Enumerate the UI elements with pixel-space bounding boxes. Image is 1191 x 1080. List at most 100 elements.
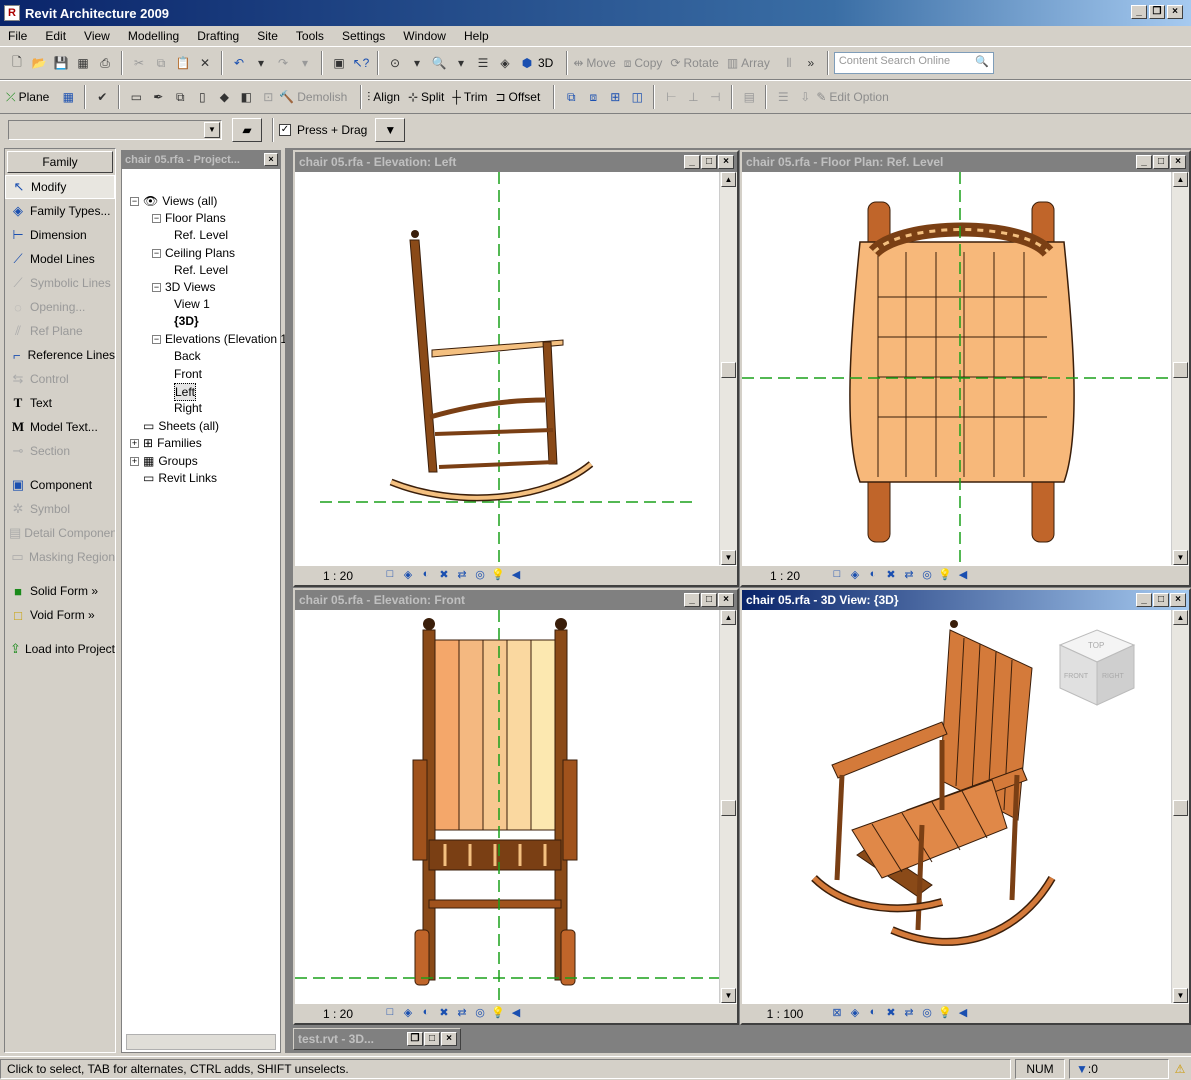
menu-help[interactable]: Help	[462, 29, 491, 43]
close-icon[interactable]: ×	[264, 153, 278, 166]
move-button[interactable]: ⇹ Move	[573, 56, 615, 70]
align-button[interactable]: ⫶ Align	[367, 90, 400, 105]
vertical-scrollbar[interactable]: ▲ ▼	[719, 610, 737, 1003]
family-item-symbolic-lines[interactable]: ⟋ Symbolic Lines	[5, 271, 115, 295]
delete-icon[interactable]: ✕	[195, 53, 215, 73]
family-item-component[interactable]: ▣ Component	[5, 473, 115, 497]
model-graphics-icon[interactable]: ◈	[846, 1006, 864, 1022]
tree-node[interactable]: Ref. Level	[174, 262, 228, 278]
view-scale[interactable]: 1 : 20	[295, 569, 381, 583]
open-icon[interactable]: 📂	[29, 53, 49, 73]
tree-node[interactable]: − Elevations (Elevation 1)	[152, 331, 291, 347]
family-item-void-form[interactable]: □ Void Form »	[5, 603, 115, 627]
tree-node[interactable]: ▭ Revit Links	[130, 470, 217, 486]
warning-icon[interactable]: ⚠	[1170, 1059, 1190, 1079]
eyedropper-icon[interactable]: ✒	[148, 87, 168, 107]
menu-site[interactable]: Site	[255, 29, 280, 43]
save-all-icon[interactable]: ▦	[73, 53, 93, 73]
restore-button[interactable]: ❐	[1149, 5, 1165, 19]
tree-node[interactable]: − Floor Plans	[152, 210, 226, 226]
search-icon[interactable]: 🔍	[975, 55, 989, 68]
drawing-canvas[interactable]	[295, 172, 719, 569]
view-scale[interactable]: 1 : 20	[742, 569, 828, 583]
maximize-icon[interactable]: □	[1153, 155, 1169, 169]
redo-dropdown-icon[interactable]: ▾	[295, 53, 315, 73]
zoom-options-icon[interactable]: ▾	[451, 53, 471, 73]
hide-isolate-icon[interactable]: ◎	[918, 1006, 936, 1022]
vertical-scrollbar[interactable]: ▲ ▼	[719, 172, 737, 565]
maximize-icon[interactable]: □	[701, 593, 717, 607]
view-scale[interactable]: 1 : 20	[295, 1007, 381, 1021]
tree-node[interactable]: − 👁 Views (all)	[130, 193, 217, 209]
shadows-icon[interactable]: ◐	[864, 1006, 882, 1022]
tree-node[interactable]: Back	[174, 348, 201, 364]
scroll-up-icon[interactable]: ▲	[1173, 610, 1188, 625]
view-floor-plan[interactable]: chair 05.rfa - Floor Plan: Ref. Level _ □…	[740, 150, 1191, 587]
vertical-scrollbar[interactable]: ▲ ▼	[1171, 610, 1189, 1003]
family-item-family-types[interactable]: ◈ Family Types...	[5, 199, 115, 223]
tree-node[interactable]: ▭ Sheets (all)	[130, 418, 219, 434]
option-pick-icon[interactable]: ⇩	[795, 87, 815, 107]
array-button[interactable]: ▥ Array	[727, 56, 770, 70]
cut-icon[interactable]: ✂	[129, 53, 149, 73]
shading-icon[interactable]: ◈	[495, 53, 515, 73]
properties-icon[interactable]: ☰	[473, 53, 493, 73]
minimized-view-tab[interactable]: test.rvt - 3D... ❐ □ ×	[293, 1028, 461, 1050]
scroll-up-icon[interactable]: ▲	[1173, 172, 1188, 187]
option-add-icon[interactable]: ☰	[773, 87, 793, 107]
expand-icon[interactable]: +	[130, 438, 139, 448]
3d-view-label[interactable]: 3D	[538, 56, 553, 70]
tree-node[interactable]: Right	[174, 400, 202, 416]
redo-icon[interactable]: ↷	[273, 53, 293, 73]
copy-icon[interactable]: ⧉	[151, 53, 171, 73]
minimize-icon[interactable]: _	[1136, 593, 1152, 607]
family-item-text[interactable]: T Text	[5, 391, 115, 415]
crop-region-icon[interactable]: ⇄	[900, 568, 918, 584]
view-elevation-left[interactable]: chair 05.rfa - Elevation: Left _ □ × ▲ ▼ 1 …	[293, 150, 739, 587]
tree-node[interactable]: −3D Views	[152, 279, 215, 295]
family-item-opening[interactable]: ◌ Opening...	[5, 295, 115, 319]
model-graphics-icon[interactable]: ◈	[846, 568, 864, 584]
new-icon[interactable]: 🗋	[7, 53, 27, 73]
maximize-icon[interactable]: □	[701, 155, 717, 169]
hide-isolate-icon[interactable]: ◎	[471, 1006, 489, 1022]
group-icon[interactable]: ⧉	[561, 87, 581, 107]
detail-level-icon[interactable]: ⊠	[828, 1006, 846, 1022]
trim-button[interactable]: ┼ Trim	[452, 90, 487, 104]
model-graphics-icon[interactable]: ◈	[399, 1006, 417, 1022]
maximize-icon[interactable]: □	[1153, 593, 1169, 607]
align-center-icon[interactable]: ⊥	[683, 87, 703, 107]
tree-node[interactable]: − Ceiling Plans	[152, 245, 235, 261]
tree-node[interactable]: + ⊞ Families	[130, 435, 202, 451]
grid-icon[interactable]: ▦	[58, 87, 78, 107]
menu-drafting[interactable]: Drafting	[195, 29, 241, 43]
menu-settings[interactable]: Settings	[340, 29, 387, 43]
tree-node[interactable]: View 1	[174, 296, 210, 312]
shadows-icon[interactable]: ◐	[417, 568, 435, 584]
whats-this-icon[interactable]: ↖?	[351, 53, 371, 73]
family-item-detail-component[interactable]: ▤ Detail Component	[5, 521, 115, 545]
scroll-down-icon[interactable]: ▼	[721, 988, 736, 1003]
restore-icon[interactable]: ❐	[407, 1032, 423, 1046]
scroll-up-icon[interactable]: ▲	[721, 610, 736, 625]
menu-modelling[interactable]: Modelling	[126, 29, 181, 43]
tree-node[interactable]: {3D}	[174, 313, 199, 329]
model-graphics-icon[interactable]: ◈	[399, 568, 417, 584]
align-left-icon[interactable]: ⊢	[661, 87, 681, 107]
crop-icon[interactable]: ✖	[435, 1006, 453, 1022]
match-icon[interactable]: ▭	[126, 87, 146, 107]
family-tab[interactable]: Family	[7, 151, 113, 173]
collapse-icon[interactable]: −	[152, 334, 161, 344]
maximize-icon[interactable]: □	[424, 1032, 440, 1046]
view-elevation-front[interactable]: chair 05.rfa - Elevation: Front _ □ × ▲ …	[293, 588, 739, 1025]
press-drag-checkbox[interactable]: ✓	[279, 124, 291, 136]
selection-filter[interactable]: ▼:0	[1069, 1058, 1169, 1079]
expand-icon[interactable]: +	[130, 456, 139, 466]
family-item-modify[interactable]: ↖ Modify	[5, 175, 115, 199]
zoom-region-icon[interactable]: ⊙	[385, 53, 405, 73]
vertical-scrollbar[interactable]: ▲ ▼	[1171, 172, 1189, 565]
undo-icon[interactable]: ↶	[229, 53, 249, 73]
dropdown-arrow-icon[interactable]: ▼	[204, 122, 220, 138]
print-icon[interactable]: ⎙	[95, 53, 115, 73]
reveal-icon[interactable]: 💡	[936, 1006, 954, 1022]
